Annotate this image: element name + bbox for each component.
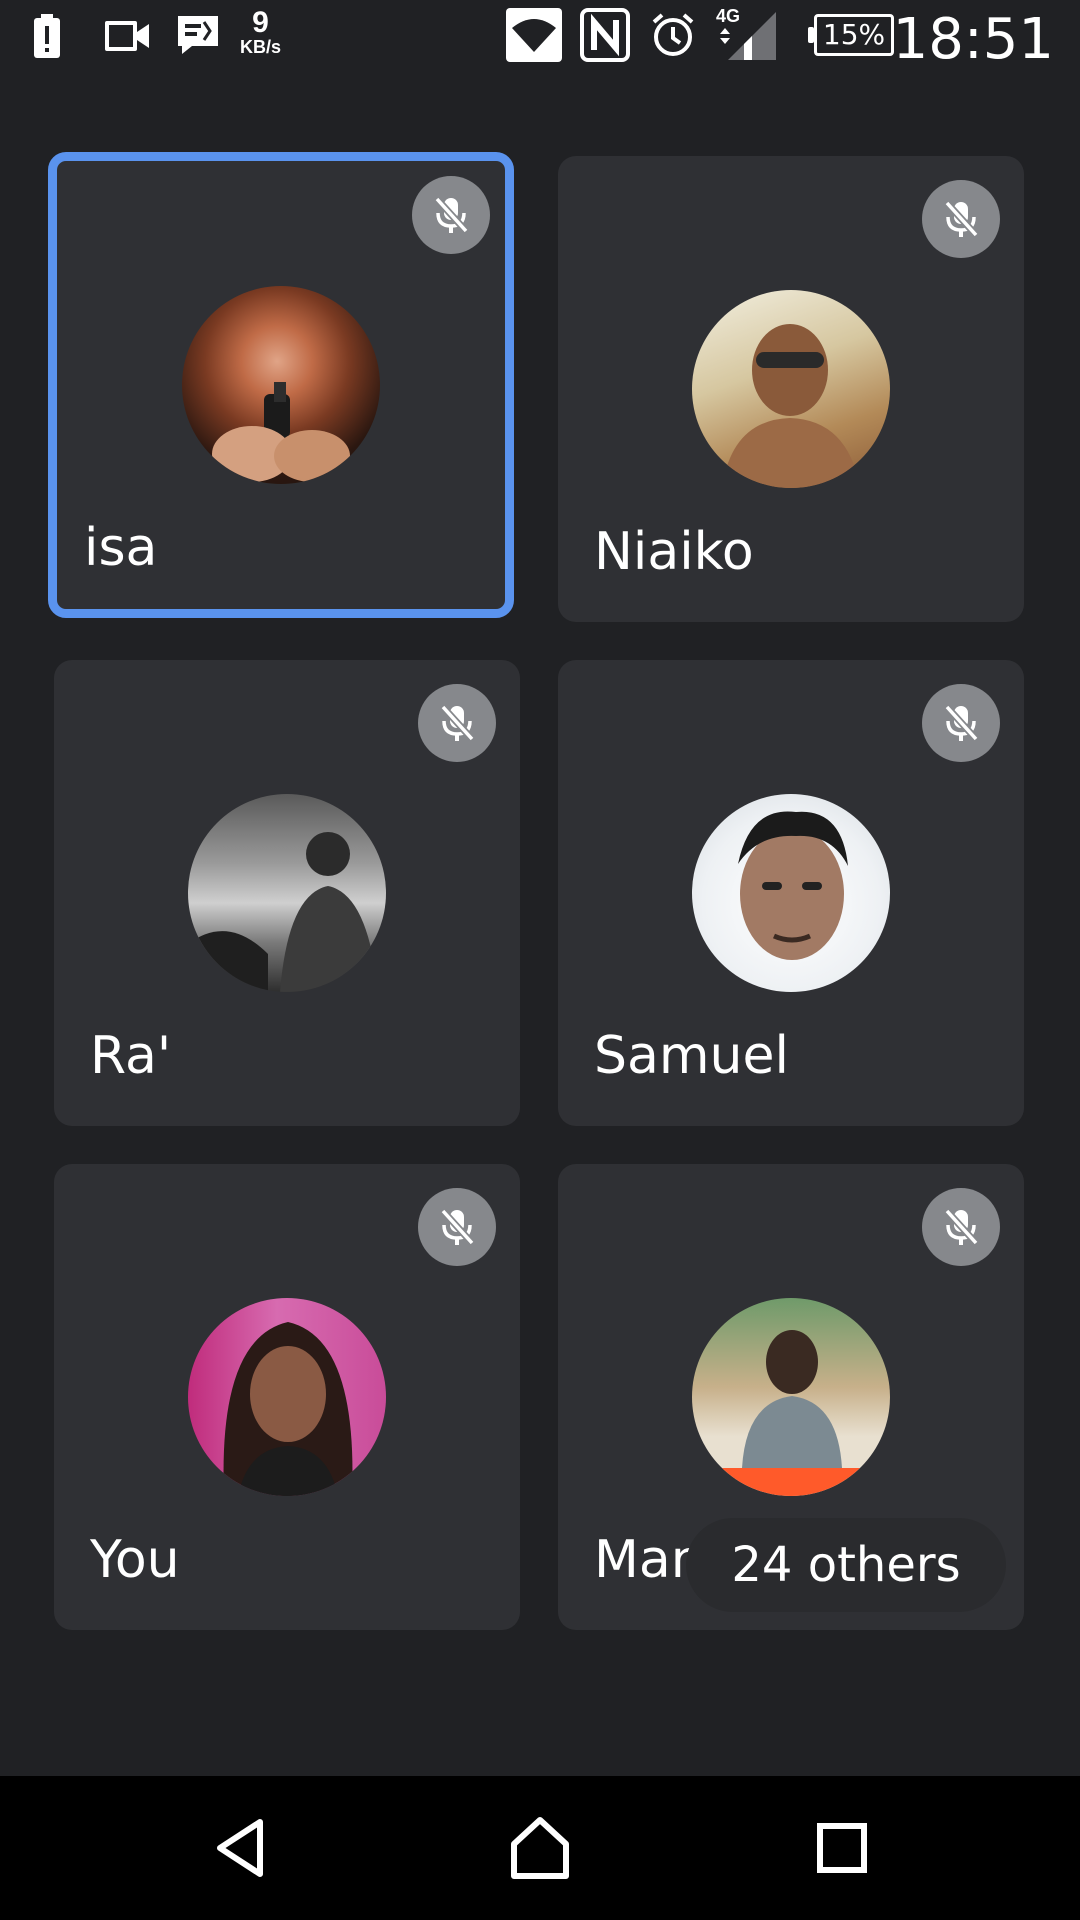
wifi-icon	[506, 8, 562, 62]
participant-name: Niaiko	[594, 522, 754, 582]
navigation-bar	[0, 1776, 1080, 1920]
message-icon	[178, 16, 218, 54]
network-speed: 9 KB/s	[240, 6, 282, 57]
participant-name: isa	[84, 518, 158, 578]
back-button[interactable]	[172, 1776, 312, 1920]
mic-off-icon	[418, 684, 496, 762]
home-button[interactable]	[470, 1776, 610, 1920]
participant-name: You	[90, 1530, 180, 1590]
avatar	[188, 1298, 386, 1496]
participant-tile-isa[interactable]: isa	[48, 152, 514, 618]
nfc-icon	[580, 8, 630, 62]
network-speed-value: 9	[252, 6, 269, 39]
mic-off-icon	[418, 1188, 496, 1266]
home-icon	[511, 1817, 569, 1879]
clock: 18:51	[892, 7, 1054, 72]
mic-off-icon	[922, 684, 1000, 762]
avatar	[692, 290, 890, 488]
participant-tile-you[interactable]: You	[54, 1164, 520, 1630]
avatar	[692, 794, 890, 992]
recents-icon	[817, 1823, 867, 1873]
mic-off-icon	[922, 1188, 1000, 1266]
alert-icon	[34, 14, 60, 58]
avatar	[692, 1298, 890, 1496]
avatar	[182, 286, 380, 484]
video-camera-icon	[105, 21, 149, 51]
signal-icon	[720, 12, 776, 60]
participant-tile-samuel[interactable]: Samuel	[558, 660, 1024, 1126]
mic-off-icon	[922, 180, 1000, 258]
alarm-icon	[652, 13, 694, 56]
participant-tile-niaiko[interactable]: Niaiko	[558, 156, 1024, 622]
participant-tile-ra[interactable]: Ra'	[54, 660, 520, 1126]
others-chip[interactable]: 24 others	[686, 1518, 1006, 1612]
mic-off-icon	[412, 176, 490, 254]
recents-button[interactable]	[772, 1776, 912, 1920]
network-speed-unit: KB/s	[240, 37, 282, 57]
participant-name: Ra'	[90, 1026, 172, 1086]
battery-percent: 15%	[822, 18, 886, 51]
status-bar: 9 KB/s 4G 15% 18:51	[0, 0, 1080, 80]
battery-icon: 15%	[808, 14, 894, 56]
participant-name: Samuel	[594, 1026, 789, 1086]
avatar	[188, 794, 386, 992]
back-icon	[217, 1819, 263, 1877]
